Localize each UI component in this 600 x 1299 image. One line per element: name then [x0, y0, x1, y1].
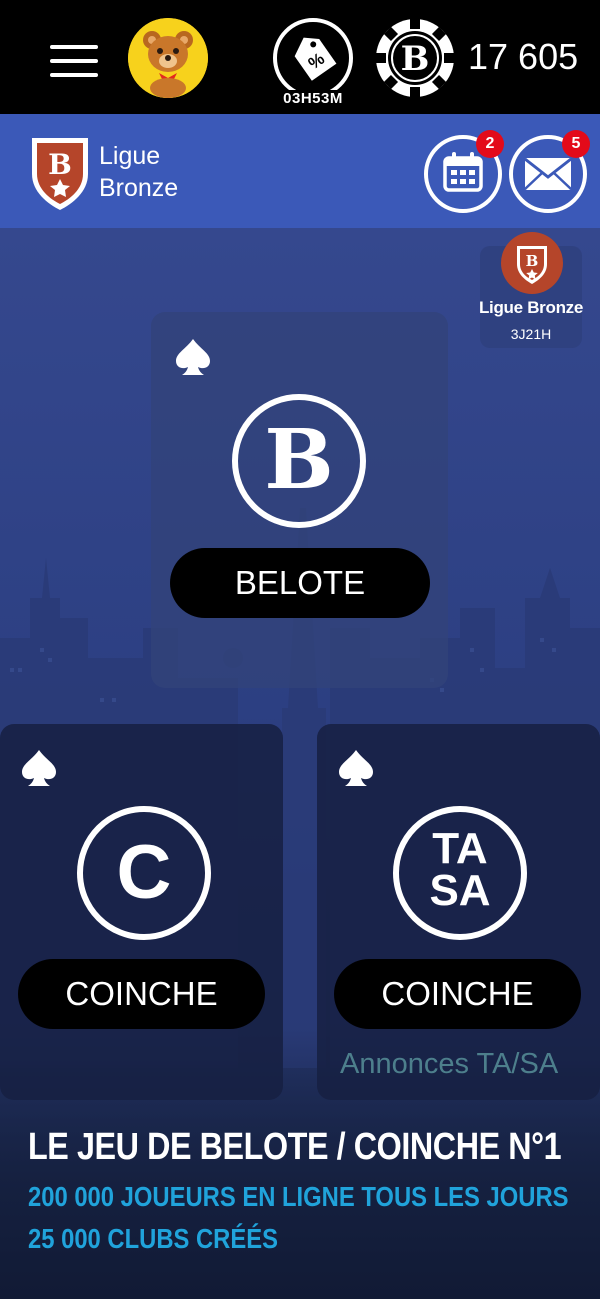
league-chip-time: 3J21H	[510, 326, 552, 342]
tasa-subtitle: Annonces TA/SA	[340, 1048, 559, 1080]
tagline-players: 200 000 JOUEURS EN LIGNE TOUS LES JOURS	[28, 1181, 569, 1212]
calendar-badge: 2	[476, 130, 504, 158]
avatar[interactable]	[128, 18, 208, 98]
belote-chip-icon[interactable]: B	[375, 18, 455, 98]
league-label-line2: Bronze	[99, 174, 179, 202]
spade-icon	[339, 750, 373, 786]
coinche-button[interactable]: COINCHE	[18, 959, 265, 1029]
svg-text:B: B	[526, 252, 539, 270]
mail-badge: 5	[562, 130, 590, 158]
percent-tag-icon: %	[294, 37, 337, 81]
bronze-shield-icon[interactable]: B	[28, 134, 92, 212]
svg-text:B: B	[401, 39, 430, 79]
tasa-logo-line2: SA	[429, 866, 491, 915]
coinche-logo: C	[77, 806, 211, 940]
promo-button[interactable]: %	[273, 18, 353, 98]
tagline-clubs: 25 000 CLUBS CRÉÉS	[28, 1223, 278, 1254]
league-label-line1: Ligue	[99, 142, 161, 170]
bronze-shield-icon: B	[501, 232, 563, 294]
spade-icon	[22, 750, 56, 786]
league-chip-title: Ligue Bronze	[478, 298, 584, 317]
promo-timer: 03H53M	[278, 90, 348, 107]
coin-balance: 17 605	[468, 36, 579, 77]
coinche-tasa-button[interactable]: COINCHE	[334, 959, 581, 1029]
league-label[interactable]: Ligue Bronze	[99, 140, 178, 204]
belote-logo: B	[232, 394, 366, 528]
tagline-headline: LE JEU DE BELOTE / COINCHE N°1	[28, 1126, 562, 1168]
tasa-logo-line1: TA	[432, 824, 488, 873]
spade-icon	[176, 339, 210, 375]
svg-text:B: B	[48, 148, 72, 181]
tasa-logo: TA SA	[393, 806, 527, 940]
belote-button[interactable]: BELOTE	[170, 548, 430, 618]
teddy-bear-icon	[128, 18, 208, 98]
hamburger-menu-icon[interactable]	[50, 42, 98, 80]
